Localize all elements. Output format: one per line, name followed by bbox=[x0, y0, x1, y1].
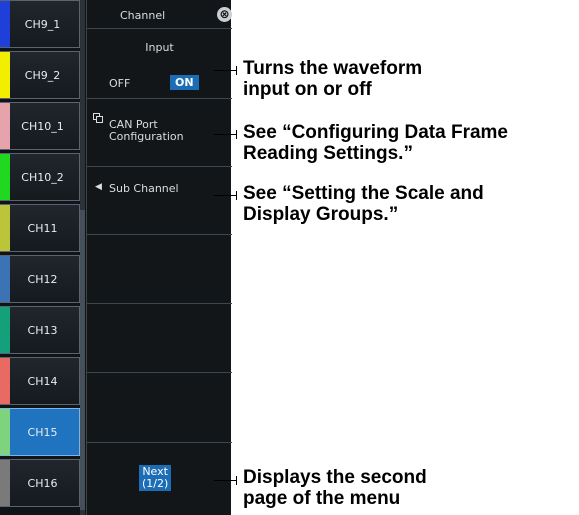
channel-color-swatch bbox=[0, 460, 10, 506]
channel-label: CH10_2 bbox=[21, 170, 64, 184]
channel-label: CH9_2 bbox=[24, 68, 61, 82]
callout-leader-input bbox=[214, 70, 236, 71]
scrollbar-thumb[interactable] bbox=[80, 210, 85, 510]
callout-sub-channel: See “Setting the Scale and Display Group… bbox=[243, 183, 484, 225]
channel-color-swatch bbox=[0, 307, 10, 353]
channel-list: CH9_1 CH9_2 CH10_1 CH10_2 CH11 CH12 CH13 CH14 CH… bbox=[0, 0, 86, 515]
channel-item-ch14[interactable]: CH14 bbox=[0, 357, 80, 405]
callout-tick-sub-channel bbox=[236, 191, 237, 200]
channel-color-swatch bbox=[0, 358, 10, 404]
callout-tick-input bbox=[236, 66, 237, 75]
sub-channel-button[interactable]: ◀ Sub Channel bbox=[87, 166, 232, 234]
channel-label: CH13 bbox=[27, 323, 58, 337]
input-label: Input bbox=[145, 41, 174, 54]
callout-tick-next bbox=[236, 476, 237, 485]
menu-title: Channel bbox=[120, 9, 166, 22]
channel-label: CH9_1 bbox=[24, 17, 61, 31]
channel-label: CH16 bbox=[27, 476, 58, 490]
callout-leader-can-port bbox=[214, 134, 236, 135]
can-port-label-line2: Configuration bbox=[109, 130, 184, 143]
channel-item-ch9_1[interactable]: CH9_1 bbox=[0, 0, 80, 48]
close-icon[interactable]: ⊗ bbox=[217, 7, 232, 22]
channel-menu-panel: Channel ⊗ Input OFF ON CAN Port Configur… bbox=[86, 0, 232, 515]
callout-can-port: See “Configuring Data Frame Reading Sett… bbox=[243, 122, 508, 164]
channel-label: CH15 bbox=[27, 425, 58, 439]
callout-tick-can-port bbox=[236, 130, 237, 139]
channel-color-swatch bbox=[0, 409, 10, 455]
can-port-label: CAN Port Configuration bbox=[109, 119, 184, 143]
channel-item-ch16[interactable]: CH16 bbox=[0, 459, 80, 507]
empty-menu-slot bbox=[87, 372, 232, 441]
empty-menu-slot bbox=[87, 234, 232, 303]
channel-item-ch10_2[interactable]: CH10_2 bbox=[0, 153, 80, 201]
channel-item-ch10_1[interactable]: CH10_1 bbox=[0, 102, 80, 150]
channel-item-ch9_2[interactable]: CH9_2 bbox=[0, 51, 80, 99]
callout-next: Displays the second page of the menu bbox=[243, 467, 427, 509]
callout-input: Turns the waveform input on or off bbox=[243, 58, 423, 100]
channel-list-scrollbar[interactable] bbox=[80, 0, 85, 515]
submenu-window-icon bbox=[93, 113, 103, 123]
callout-leader-sub-channel bbox=[214, 195, 236, 196]
input-on-option[interactable]: ON bbox=[170, 75, 199, 90]
channel-item-ch12[interactable]: CH12 bbox=[0, 255, 80, 303]
channel-item-ch11[interactable]: CH11 bbox=[0, 204, 80, 252]
channel-label: CH11 bbox=[27, 221, 58, 235]
sub-channel-label: Sub Channel bbox=[109, 182, 179, 195]
can-port-configuration-button[interactable]: CAN Port Configuration bbox=[87, 98, 232, 166]
next-page-indicator: (1/2) bbox=[142, 477, 169, 490]
input-off-option[interactable]: OFF bbox=[109, 77, 130, 90]
menu-header: Channel ⊗ bbox=[87, 0, 232, 28]
channel-item-ch13[interactable]: CH13 bbox=[0, 306, 80, 354]
empty-menu-slot bbox=[87, 303, 232, 372]
next-page-cell: Next (1/2) bbox=[87, 442, 232, 515]
input-toggle[interactable]: Input OFF ON bbox=[87, 28, 232, 98]
channel-label: CH10_1 bbox=[21, 119, 64, 133]
channel-color-swatch bbox=[0, 52, 10, 98]
channel-label: CH12 bbox=[27, 272, 58, 286]
channel-color-swatch bbox=[0, 205, 10, 251]
channel-color-swatch bbox=[0, 103, 10, 149]
channel-color-swatch bbox=[0, 1, 10, 47]
left-triangle-icon: ◀ bbox=[95, 182, 102, 192]
callout-leader-next bbox=[214, 480, 236, 481]
channel-label: CH14 bbox=[27, 374, 58, 388]
channel-item-ch15[interactable]: CH15 bbox=[0, 408, 80, 456]
channel-color-swatch bbox=[0, 256, 10, 302]
next-page-button[interactable]: Next (1/2) bbox=[139, 465, 172, 491]
channel-color-swatch bbox=[0, 154, 10, 200]
